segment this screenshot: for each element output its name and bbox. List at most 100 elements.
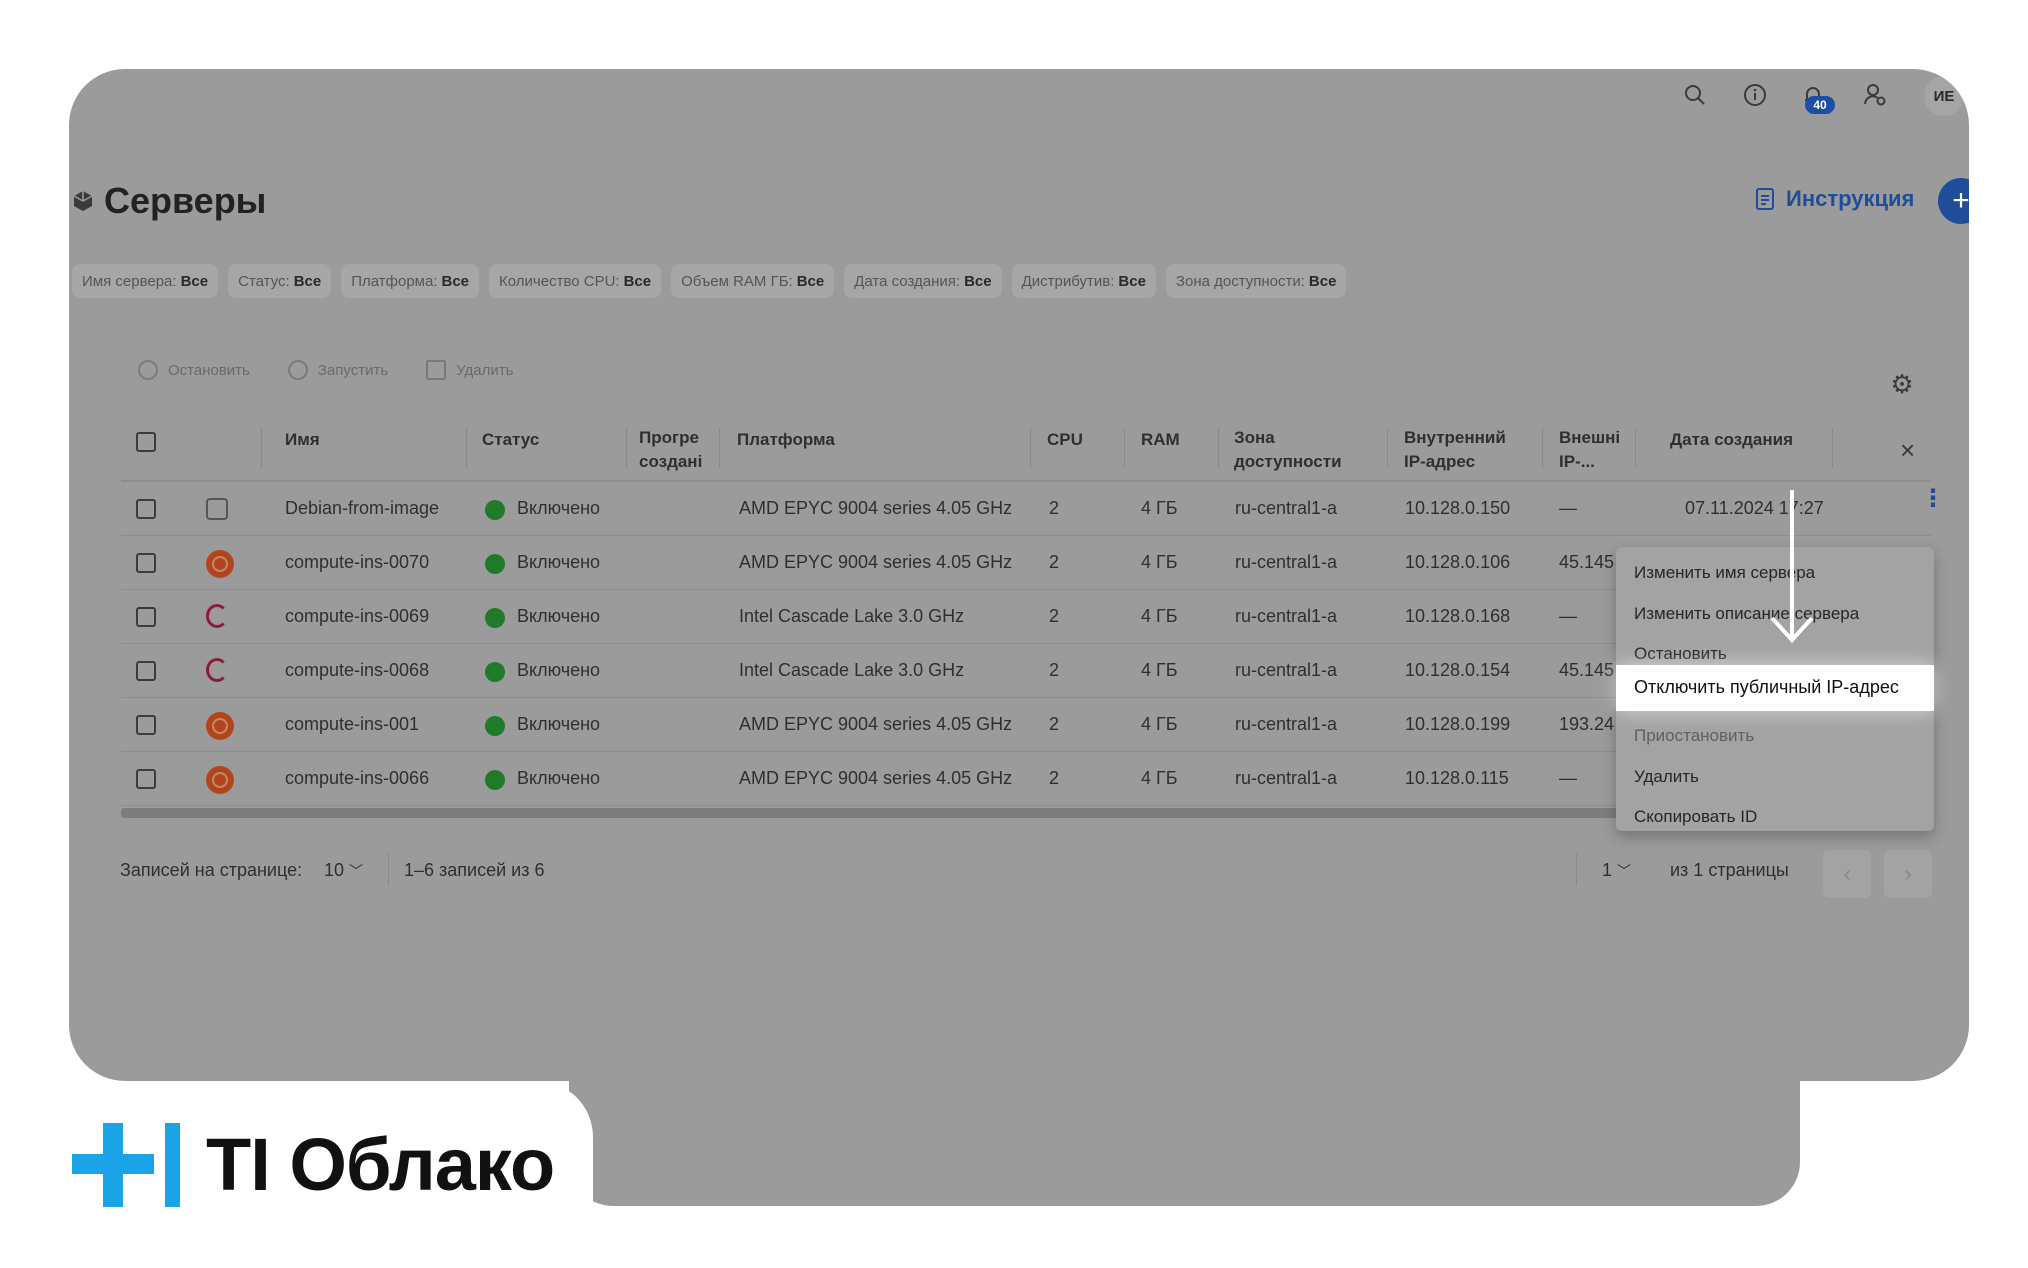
cell-status: Включено — [517, 552, 601, 572]
filter-chip-created[interactable]: Дата создания: Все — [844, 264, 1002, 298]
cell-ram: 4 ГБ — [1141, 714, 1178, 734]
cell-external-ip: 45.145 — [1559, 552, 1615, 572]
per-page-label: Записей на странице: — [120, 860, 303, 880]
cell-name[interactable]: compute-ins-0068 — [285, 660, 429, 681]
status-dot — [485, 662, 505, 682]
card-join — [569, 1075, 1800, 1095]
info-icon[interactable] — [1740, 80, 1770, 110]
cell-external-ip: — — [1559, 606, 1577, 626]
cell-zone: ru-central1-a — [1235, 552, 1338, 572]
filter-chip-zone[interactable]: Зона доступности: Все — [1165, 264, 1347, 298]
filter-chip-platform[interactable]: Платформа: Все — [341, 264, 480, 298]
app-window: 40 ИЕ Серверы Инструкция + Имя сервера: В… — [69, 69, 1969, 1081]
cell-status: Включено — [517, 768, 601, 788]
col-internal-ip[interactable]: Внутренний IP-адрес — [1404, 426, 1506, 474]
table-row[interactable]: Debian-from-image Включено AMD EPYC 9004 s… — [121, 482, 1945, 536]
row-checkbox[interactable] — [136, 607, 156, 627]
col-platform[interactable]: Платформа — [737, 428, 835, 452]
status-dot — [485, 770, 505, 790]
ubuntu-icon — [206, 550, 234, 578]
menu-pause[interactable]: Приостановить — [1634, 726, 1754, 746]
col-cpu[interactable]: CPU — [1047, 428, 1083, 452]
cell-platform: Intel Cascade Lake 3.0 GHz — [739, 660, 965, 680]
stop-icon — [138, 360, 158, 380]
delete-button[interactable]: Удалить — [426, 360, 513, 380]
arrow-down-icon — [1770, 490, 1814, 643]
image-icon — [206, 498, 228, 520]
start-button[interactable]: Запустить — [287, 360, 388, 380]
cell-ram: 4 ГБ — [1141, 498, 1178, 518]
cell-name[interactable]: Debian-from-image — [285, 498, 439, 519]
debian-icon — [206, 604, 228, 628]
page-select[interactable]: 1 ﹀ — [1602, 860, 1631, 881]
row-actions-button[interactable]: ⋮ — [1921, 487, 1945, 511]
cell-name[interactable]: compute-ins-001 — [285, 714, 419, 735]
cell-zone: ru-central1-a — [1235, 768, 1338, 788]
gear-icon[interactable]: ⚙ — [1888, 369, 1916, 399]
menu-copy-id[interactable]: Скопировать ID — [1634, 807, 1757, 827]
brand-name: TI Облако — [206, 1123, 555, 1206]
close-icon[interactable]: × — [1900, 437, 1915, 463]
cell-status: Включено — [517, 498, 601, 518]
menu-disable-public-ip[interactable]: Отключить публичный IP-адрес — [1616, 665, 1934, 711]
col-status[interactable]: Статус — [482, 428, 539, 452]
user-settings-icon[interactable] — [1860, 80, 1890, 110]
col-ram[interactable]: RAM — [1141, 428, 1180, 452]
filter-chip-ram[interactable]: Объем RAM ГБ: Все — [671, 264, 835, 298]
cell-cpu: 2 — [1049, 606, 1060, 626]
cell-name[interactable]: compute-ins-0069 — [285, 606, 429, 627]
ubuntu-icon — [206, 766, 234, 794]
avatar[interactable]: ИЕ — [1924, 76, 1964, 116]
cell-cpu: 2 — [1049, 552, 1060, 572]
cell-platform: Intel Cascade Lake 3.0 GHz — [739, 606, 965, 626]
add-server-button[interactable]: + — [1938, 178, 1969, 224]
chevron-down-icon: ﹀ — [349, 863, 364, 879]
cell-platform: AMD EPYC 9004 series 4.05 GHz — [739, 768, 1013, 788]
corner-panel — [1800, 1081, 2028, 1268]
chevron-left-icon: ‹ — [1843, 861, 1851, 886]
screenshot-canvas: 40 ИЕ Серверы Инструкция + Имя сервера: В… — [0, 0, 2028, 1268]
pagination: Записей на странице: 10 ﹀ 1–6 записей из… — [120, 850, 1932, 898]
cell-status: Включено — [517, 660, 601, 680]
horizontal-scrollbar[interactable] — [121, 808, 1621, 818]
next-page-button[interactable]: › — [1884, 850, 1932, 898]
debian-icon — [206, 658, 228, 682]
col-external-ip[interactable]: Внешні IP-... — [1559, 426, 1620, 474]
col-warmup[interactable]: Прогре создані — [639, 426, 702, 474]
filter-chip-status[interactable]: Статус: Все — [228, 264, 332, 298]
filter-chip-name[interactable]: Имя сервера: Все — [72, 264, 219, 298]
cell-internal-ip: 10.128.0.168 — [1405, 606, 1511, 626]
row-checkbox[interactable] — [136, 715, 156, 735]
prev-page-button[interactable]: ‹ — [1823, 850, 1871, 898]
chevron-right-icon: › — [1904, 861, 1912, 886]
per-page-select[interactable]: 10 ﹀ — [324, 860, 363, 881]
cell-status: Включено — [517, 714, 601, 734]
search-icon[interactable] — [1680, 80, 1710, 110]
filter-chip-cpu[interactable]: Количество CPU: Все — [489, 264, 662, 298]
menu-delete[interactable]: Удалить — [1634, 767, 1699, 787]
row-checkbox[interactable] — [136, 661, 156, 681]
trash-icon — [426, 360, 447, 380]
cell-ram: 4 ГБ — [1141, 552, 1178, 572]
menu-edit-description[interactable]: Изменить описание сервера — [1634, 604, 1859, 624]
filter-chip-distro[interactable]: Дистрибутив: Все — [1011, 264, 1156, 298]
cell-name[interactable]: compute-ins-0070 — [285, 552, 429, 573]
status-dot — [485, 500, 505, 520]
row-checkbox[interactable] — [136, 553, 156, 573]
select-all-checkbox[interactable] — [136, 432, 156, 452]
table-header: Имя Статус Прогре создані Платформа CPU R… — [121, 416, 1931, 482]
col-zone[interactable]: Зона доступности — [1234, 426, 1342, 474]
menu-stop[interactable]: Остановить — [1634, 644, 1727, 664]
play-icon — [287, 360, 308, 380]
cell-name[interactable]: compute-ins-0066 — [285, 768, 429, 789]
cell-zone: ru-central1-a — [1235, 606, 1338, 626]
stop-button[interactable]: Остановить — [138, 360, 250, 380]
row-checkbox[interactable] — [136, 499, 156, 519]
chevron-down-icon: ﹀ — [1617, 863, 1632, 879]
row-checkbox[interactable] — [136, 769, 156, 789]
cell-zone: ru-central1-a — [1235, 498, 1338, 518]
col-name[interactable]: Имя — [285, 428, 320, 452]
instructions-link[interactable]: Инструкция — [1756, 186, 1914, 212]
cell-internal-ip: 10.128.0.106 — [1405, 552, 1511, 572]
col-created[interactable]: Дата создания — [1670, 428, 1793, 452]
